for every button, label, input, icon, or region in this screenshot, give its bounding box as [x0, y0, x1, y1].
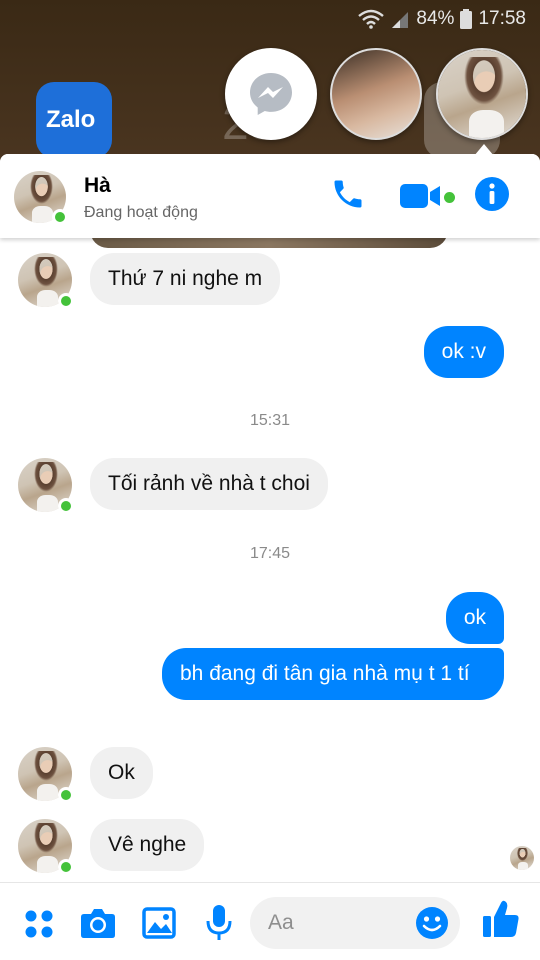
avatar-photo: [510, 846, 534, 870]
emoji-icon[interactable]: [415, 906, 449, 940]
camera-icon[interactable]: [80, 907, 116, 939]
online-indicator: [58, 293, 74, 309]
chat-header: Hà Đang hoạt động: [0, 154, 540, 238]
messenger-chat-head[interactable]: [225, 48, 317, 140]
incoming-message[interactable]: Vê nghe: [90, 819, 205, 871]
avatar-photo: [438, 50, 526, 138]
incoming-message[interactable]: Tối rảnh về nhà t choi: [90, 458, 328, 510]
outgoing-message[interactable]: ok :v: [423, 326, 504, 378]
wifi-icon: [358, 9, 385, 29]
incoming-message[interactable]: Ok: [90, 747, 153, 799]
online-indicator: [58, 787, 74, 803]
zalo-app-label: Zalo: [46, 106, 96, 133]
gallery-icon[interactable]: [142, 907, 176, 939]
contact-avatar[interactable]: [14, 171, 68, 225]
chat-head-contact-1[interactable]: [330, 48, 422, 140]
online-indicator: [58, 859, 74, 875]
status-bar: 84% 17:58: [0, 0, 540, 40]
video-online-dot: [444, 192, 455, 203]
video-call-icon[interactable]: [400, 182, 442, 210]
message-input[interactable]: Aa: [250, 897, 460, 949]
messenger-icon: [250, 73, 292, 115]
timestamp: 17:45: [249, 545, 291, 562]
incoming-message[interactable]: Thứ 7 ni nghe m: [90, 253, 281, 305]
contact-status: Đang hoạt động: [84, 204, 198, 221]
online-indicator: [58, 498, 74, 514]
battery-icon: [460, 9, 473, 29]
chat-panel: Hà Đang hoạt động Thứ 7 ni nghe m ok :v …: [0, 154, 540, 960]
message-input-placeholder: Aa: [268, 911, 294, 934]
signal-icon: [392, 12, 409, 28]
seen-receipt-avatar: [510, 846, 534, 870]
sender-avatar[interactable]: [18, 253, 74, 309]
contact-name[interactable]: Hà: [84, 174, 111, 198]
chat-head-contact-ha[interactable]: [436, 48, 528, 140]
zalo-app-icon[interactable]: Zalo: [36, 82, 112, 158]
sender-avatar[interactable]: [18, 819, 74, 875]
outgoing-message[interactable]: ok: [445, 592, 504, 644]
microphone-icon[interactable]: [206, 904, 232, 942]
outgoing-message[interactable]: bh đang đi tân gia nhà mụ t 1 tí: [162, 648, 504, 700]
more-apps-icon[interactable]: [24, 909, 54, 939]
online-indicator: [52, 209, 68, 225]
thumbs-up-icon[interactable]: [482, 899, 520, 939]
sender-avatar[interactable]: [18, 747, 74, 803]
message-composer: Aa: [0, 882, 540, 960]
clock: 17:58: [478, 8, 526, 29]
battery-percentage: 84%: [416, 8, 455, 29]
timestamp: 15:31: [249, 412, 291, 429]
phone-call-icon[interactable]: [330, 176, 366, 212]
sender-avatar[interactable]: [18, 458, 74, 514]
info-icon[interactable]: [474, 176, 510, 212]
